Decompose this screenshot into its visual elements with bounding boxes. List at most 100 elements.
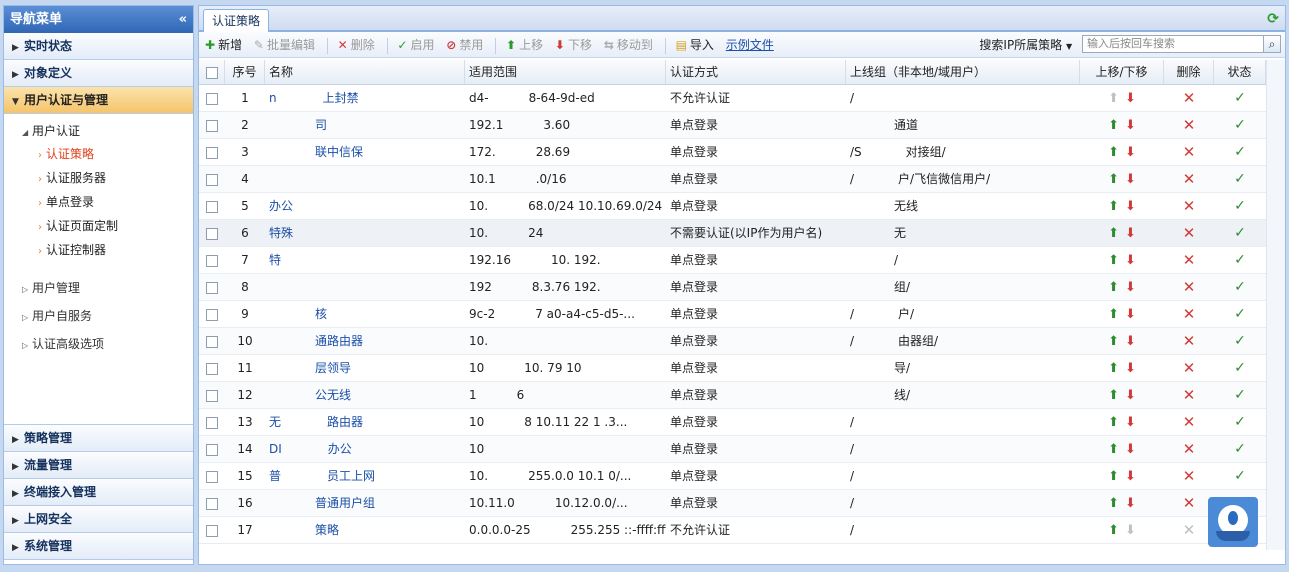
check-icon[interactable]: ✓ [1234,171,1246,187]
row-checkbox[interactable] [199,490,225,516]
table-row[interactable]: 14 DI 办公 10 单点登录 / ⬆ ⬇ ✕ ✓ [199,436,1266,463]
sample-file-link[interactable]: 示例文件 [726,32,774,58]
collapse-icon[interactable]: « [179,6,187,33]
col-auth[interactable]: 认证方式 [666,60,846,84]
row-name-link[interactable]: 特殊 [265,220,465,246]
nav-section-objects[interactable]: ▶ 对象定义 [4,60,193,87]
col-group[interactable]: 上线组（非本地/域用户） [846,60,1080,84]
table-row[interactable]: 4 10.1.0/16 单点登录 / 户/飞信微信用户/⬆ ⬇ ✕ ✓ [199,166,1266,193]
move-down-button[interactable]: ⬇ 下移 [555,32,592,58]
check-icon[interactable]: ✓ [1234,117,1246,133]
arrow-down-icon[interactable]: ⬇ [1125,145,1136,160]
checkbox[interactable] [206,497,218,510]
row-name-link[interactable]: 公无线 [265,382,465,408]
delete-icon[interactable]: ✕ [1183,224,1196,242]
row-name-link[interactable]: 司 [265,112,465,138]
nav-section-system[interactable]: ▶ 系统管理 [4,533,193,560]
table-row[interactable]: 9 核 9c-2 7 a0-a4-c5-d5-... 单点登录 / 户/⬆ ⬇ ✕ ✓ [199,301,1266,328]
delete-icon[interactable]: ✕ [1183,440,1196,458]
table-row[interactable]: 5 办公 10. 68.0/24 10.10.69.0/24 单点登录 无线 ⬆ ⬇ ✕ ✓ [199,193,1266,220]
check-icon[interactable]: ✓ [1234,414,1246,430]
select-all-checkbox[interactable] [199,60,225,84]
nav-section-realtime[interactable]: ▶ 实时状态 [4,33,193,60]
search-icon[interactable]: ⌕ [1263,35,1281,53]
delete-icon[interactable]: ✕ [1183,359,1196,377]
arrow-up-icon[interactable]: ⬆ [1108,523,1119,538]
arrow-up-icon[interactable]: ⬆ [1108,253,1119,268]
arrow-down-icon[interactable]: ⬇ [1125,199,1136,214]
arrow-down-icon[interactable]: ⬇ [1125,469,1136,484]
search-ip-dropdown[interactable]: 搜索IP所属策略 ▼ [979,38,1072,52]
table-row[interactable]: 16普通用户组10.11.010.12.0.0/...单点登录/⬆⬇✕✓ [199,490,1266,517]
delete-icon[interactable]: ✕ [1183,170,1196,188]
arrow-down-icon[interactable]: ⬇ [1125,172,1136,187]
delete-icon[interactable]: ✕ [1183,89,1196,107]
row-name-link[interactable]: DI 办公 [265,436,465,462]
delete-icon[interactable]: ✕ [1183,413,1196,431]
arrow-down-icon[interactable]: ⬇ [1125,226,1136,241]
assistant-widget-icon[interactable] [1208,497,1258,547]
arrow-up-icon[interactable]: ⬆ [1108,469,1119,484]
row-name-link[interactable]: 普员工上网 [265,463,465,489]
import-button[interactable]: ▤ 导入 [676,32,714,58]
arrow-up-icon[interactable]: ⬆ [1108,199,1119,214]
row-checkbox[interactable] [199,220,225,246]
delete-icon[interactable]: ✕ [1183,494,1196,512]
arrow-up-icon[interactable]: ⬆ [1108,226,1119,241]
checkbox[interactable] [206,146,218,159]
check-icon[interactable]: ✓ [1234,306,1246,322]
row-checkbox[interactable] [199,112,225,138]
checkbox[interactable] [206,416,218,429]
row-checkbox[interactable] [199,85,225,111]
checkbox[interactable] [206,308,218,321]
tree-item-sso[interactable]: › 单点登录 [4,190,193,214]
row-checkbox[interactable] [199,355,225,381]
table-row[interactable]: 3 联中信保 172. 28.69 单点登录/S 对接组/⬆ ⬇ ✕ ✓ [199,139,1266,166]
row-name-link[interactable] [265,166,465,192]
arrow-down-icon[interactable]: ⬇ [1125,307,1136,322]
nav-section-policy[interactable]: ▶ 策略管理 [4,425,193,452]
enable-button[interactable]: ✓ 启用 [397,32,434,58]
check-icon[interactable]: ✓ [1234,387,1246,403]
tab-auth-policy[interactable]: 认证策略 [203,9,270,32]
tree-group-user-auth[interactable]: ◢ 用户认证 [4,120,193,142]
checkbox[interactable] [206,227,218,240]
check-icon[interactable]: ✓ [1234,468,1246,484]
move-up-button[interactable]: ⬆ 上移 [506,32,543,58]
arrow-down-icon[interactable]: ⬇ [1125,496,1136,511]
check-icon[interactable]: ✓ [1234,279,1246,295]
delete-icon[interactable]: ✕ [1183,116,1196,134]
arrow-up-icon[interactable]: ⬆ [1108,118,1119,133]
checkbox[interactable] [206,173,218,186]
arrow-up-icon[interactable]: ⬆ [1108,334,1119,349]
tree-group-self-service[interactable]: ▷ 用户自服务 [4,302,193,330]
refresh-icon[interactable]: ⟳ [1267,11,1279,27]
row-checkbox[interactable] [199,382,225,408]
grid-scrollbar[interactable] [1266,60,1285,550]
row-name-link[interactable]: 联中信保 [265,139,465,165]
row-checkbox[interactable] [199,247,225,273]
arrow-up-icon[interactable]: ⬆ [1108,280,1119,295]
tree-group-auth-advanced[interactable]: ▷ 认证高级选项 [4,330,193,358]
arrow-up-icon[interactable]: ⬆ [1108,91,1119,106]
arrow-down-icon[interactable]: ⬇ [1125,334,1136,349]
arrow-down-icon[interactable]: ⬇ [1125,280,1136,295]
check-icon[interactable]: ✓ [1234,333,1246,349]
arrow-up-icon[interactable]: ⬆ [1108,415,1119,430]
checkbox[interactable] [206,524,218,537]
table-row[interactable]: 7 特 192.16 10. 192. 单点登录 / ⬆ ⬇ ✕ ✓ [199,247,1266,274]
delete-icon[interactable]: ✕ [1183,467,1196,485]
check-icon[interactable]: ✓ [1234,198,1246,214]
row-checkbox[interactable] [199,463,225,489]
row-checkbox[interactable] [199,301,225,327]
table-row[interactable]: 13 无路由器 10 8 10.11 22 1 .3... 单点登录 / ⬆ ⬇ ✕ ✓ [199,409,1266,436]
check-icon[interactable]: ✓ [1234,225,1246,241]
arrow-down-icon[interactable]: ⬇ [1125,361,1136,376]
check-icon[interactable]: ✓ [1234,252,1246,268]
check-icon[interactable]: ✓ [1234,360,1246,376]
checkbox[interactable] [206,119,218,132]
row-name-link[interactable]: 核 [265,301,465,327]
row-checkbox[interactable] [199,139,225,165]
disable-button[interactable]: ⊘ 禁用 [446,32,483,58]
row-name-link[interactable]: n 上封禁 [265,85,465,111]
